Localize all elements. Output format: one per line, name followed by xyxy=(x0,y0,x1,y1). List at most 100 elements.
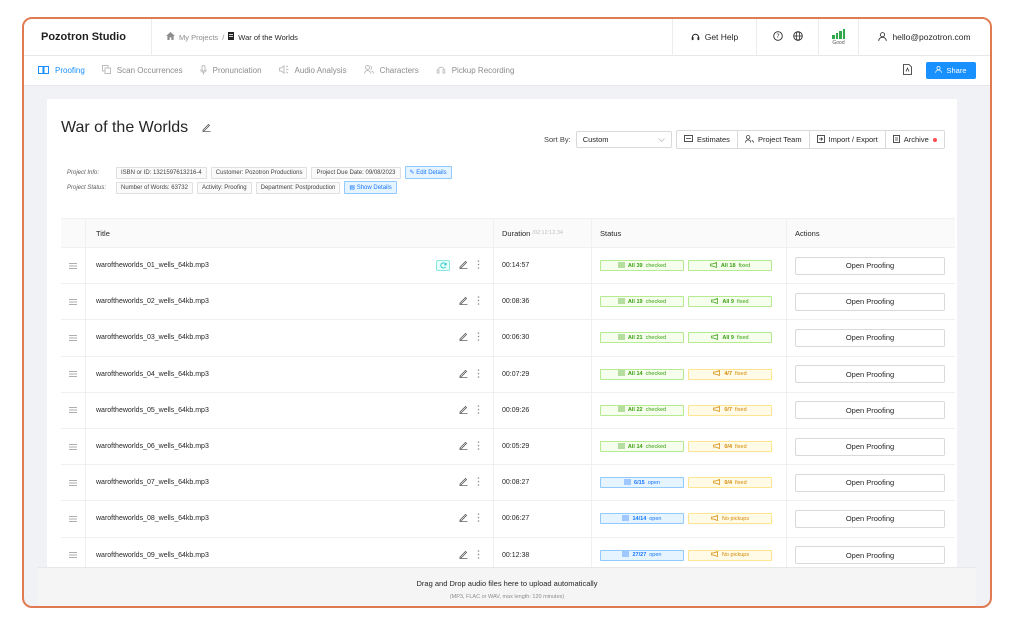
proofing-status-badge[interactable]: All 14 checked xyxy=(600,441,684,453)
edit-icon[interactable] xyxy=(459,405,468,416)
edit-icon[interactable] xyxy=(459,296,468,307)
project-team-button[interactable]: Project Team xyxy=(738,131,810,148)
pickup-status-badge[interactable]: 0/4 fixed xyxy=(688,477,772,489)
proofing-status-badge[interactable]: All 22 checked xyxy=(600,404,684,416)
estimates-button[interactable]: Estimates xyxy=(677,131,738,148)
proofing-status-text: checked xyxy=(645,262,667,269)
drag-handle-icon[interactable] xyxy=(61,537,86,569)
pickup-status-badge[interactable]: All 9 fixed xyxy=(688,296,772,308)
project-info-row: Project Info: ISBN or ID: 1321597613216-… xyxy=(67,166,452,179)
archive-button[interactable]: Archive xyxy=(886,131,944,148)
proofing-status-count: All 21 xyxy=(627,334,643,341)
more-vertical-icon[interactable] xyxy=(477,368,480,380)
list-icon xyxy=(617,443,625,451)
pickup-status-badge[interactable]: 0/4 fixed xyxy=(688,441,772,453)
open-proofing-button[interactable]: Open Proofing xyxy=(795,509,945,528)
more-vertical-icon[interactable] xyxy=(477,513,480,524)
proofing-status-badge[interactable]: All 39 checked xyxy=(600,260,684,272)
pickup-status-badge[interactable]: No pickups xyxy=(688,549,772,561)
pickup-status-badge[interactable]: 4/7 fixed xyxy=(688,368,772,380)
drag-handle-icon[interactable] xyxy=(61,392,86,428)
edit-icon[interactable] xyxy=(459,550,468,561)
drag-handle-icon[interactable] xyxy=(61,356,86,392)
user-menu[interactable]: hello@pozotron.com xyxy=(858,19,990,56)
open-proofing-button[interactable]: Open Proofing xyxy=(795,401,945,420)
tab-pronunciation[interactable]: Pronunciation xyxy=(199,64,262,77)
drag-handle-icon[interactable] xyxy=(61,465,86,501)
pickup-status-count: 0/7 xyxy=(724,407,733,414)
more-vertical-icon[interactable] xyxy=(477,477,480,488)
breadcrumb-parent[interactable]: My Projects xyxy=(179,33,218,42)
tab-pickup-recording[interactable]: Pickup Recording xyxy=(436,65,515,76)
duration-value: 00:08:27 xyxy=(502,479,530,487)
proofing-status-badge[interactable]: All 21 checked xyxy=(600,332,684,344)
open-proofing-button[interactable]: Open Proofing xyxy=(795,256,945,275)
file-title-cell: waroftheworlds_02_wells_64kb.mp3 xyxy=(86,284,494,320)
proofing-status-text: checked xyxy=(645,334,667,341)
edit-icon[interactable] xyxy=(459,369,468,380)
more-vertical-icon[interactable] xyxy=(477,296,480,307)
pickup-status-badge[interactable]: 0/7 fixed xyxy=(688,404,772,416)
header-title[interactable]: Title xyxy=(86,219,494,247)
upload-dropzone[interactable]: Drag and Drop audio files here to upload… xyxy=(38,567,976,606)
question-icon[interactable]: ? xyxy=(772,31,783,43)
open-proofing-button[interactable]: Open Proofing xyxy=(795,328,945,347)
header-duration-label: Duration xyxy=(502,228,531,238)
tab-characters[interactable]: Characters xyxy=(363,65,419,76)
open-proofing-button[interactable]: Open Proofing xyxy=(795,365,945,384)
tab-proofing[interactable]: Proofing xyxy=(38,65,85,76)
share-button[interactable]: Share xyxy=(926,62,976,79)
proofing-status-badge[interactable]: All 14 checked xyxy=(600,368,684,380)
edit-icon[interactable] xyxy=(459,441,468,452)
drag-handle-icon[interactable] xyxy=(61,284,86,320)
drag-handle-icon[interactable] xyxy=(61,428,86,465)
edit-title-icon[interactable] xyxy=(202,119,211,137)
drag-handle-icon[interactable] xyxy=(61,248,86,284)
tab-label: Pickup Recording xyxy=(451,66,515,75)
edit-icon[interactable] xyxy=(459,332,468,343)
open-proofing-button[interactable]: Open Proofing xyxy=(795,473,945,492)
more-vertical-icon[interactable] xyxy=(477,332,480,343)
import-export-button[interactable]: Import / Export xyxy=(810,131,886,148)
proofing-status-badge[interactable]: 14/14 open xyxy=(600,513,684,525)
get-help-button[interactable]: Get Help xyxy=(672,19,756,56)
more-vertical-icon[interactable] xyxy=(477,405,480,416)
pickup-status-text: fixed xyxy=(737,334,749,341)
edit-icon[interactable] xyxy=(459,513,468,524)
pickup-status-count: All 18 xyxy=(720,262,736,269)
more-vertical-icon[interactable] xyxy=(477,441,480,452)
brand-logo[interactable]: Pozotron Studio xyxy=(24,19,152,56)
tab-scan-occurrences[interactable]: Scan Occurrences xyxy=(101,65,183,76)
header-duration[interactable]: Duration /02:12:12.34 xyxy=(494,219,592,247)
refresh-icon[interactable] xyxy=(436,260,450,272)
tool-nav: Proofing Scan Occurrences Pronunciation … xyxy=(24,56,990,86)
row-actions xyxy=(459,368,480,380)
connection-quality-indicator: Good xyxy=(818,19,858,56)
drag-handle-icon[interactable] xyxy=(61,320,86,356)
pickup-status-badge[interactable]: All 9 fixed xyxy=(688,332,772,344)
edit-icon: ✎ xyxy=(409,170,415,176)
edit-details-button[interactable]: ✎ Edit Details xyxy=(404,166,452,179)
more-vertical-icon[interactable] xyxy=(477,549,480,561)
home-icon[interactable] xyxy=(166,32,175,42)
duration-cell: 00:07:29 xyxy=(494,356,592,392)
proofing-status-badge[interactable]: 6/15 open xyxy=(600,477,684,489)
open-proofing-button[interactable]: Open Proofing xyxy=(795,292,945,311)
pdf-document-icon[interactable] xyxy=(903,64,912,77)
more-vertical-icon[interactable] xyxy=(477,260,480,271)
proofing-status-count: All 19 xyxy=(627,298,643,305)
tab-audio-analysis[interactable]: Audio Analysis xyxy=(278,64,347,76)
edit-icon[interactable] xyxy=(459,477,468,488)
show-details-button[interactable]: ▤ Show Details xyxy=(344,181,397,194)
sort-select[interactable]: Custom xyxy=(575,131,672,148)
proofing-status-badge[interactable]: All 19 checked xyxy=(600,296,684,308)
pickup-status-badge[interactable]: All 18 fixed xyxy=(688,260,772,272)
actions-cell: Open Proofing xyxy=(787,501,955,536)
open-proofing-button[interactable]: Open Proofing xyxy=(795,546,945,565)
edit-icon[interactable] xyxy=(459,260,468,271)
drag-handle-icon[interactable] xyxy=(61,501,86,537)
proofing-status-badge[interactable]: 27/27 open xyxy=(600,549,684,561)
open-proofing-button[interactable]: Open Proofing xyxy=(795,437,945,456)
globe-icon[interactable] xyxy=(792,31,803,43)
pickup-status-badge[interactable]: No pickups xyxy=(688,513,772,525)
